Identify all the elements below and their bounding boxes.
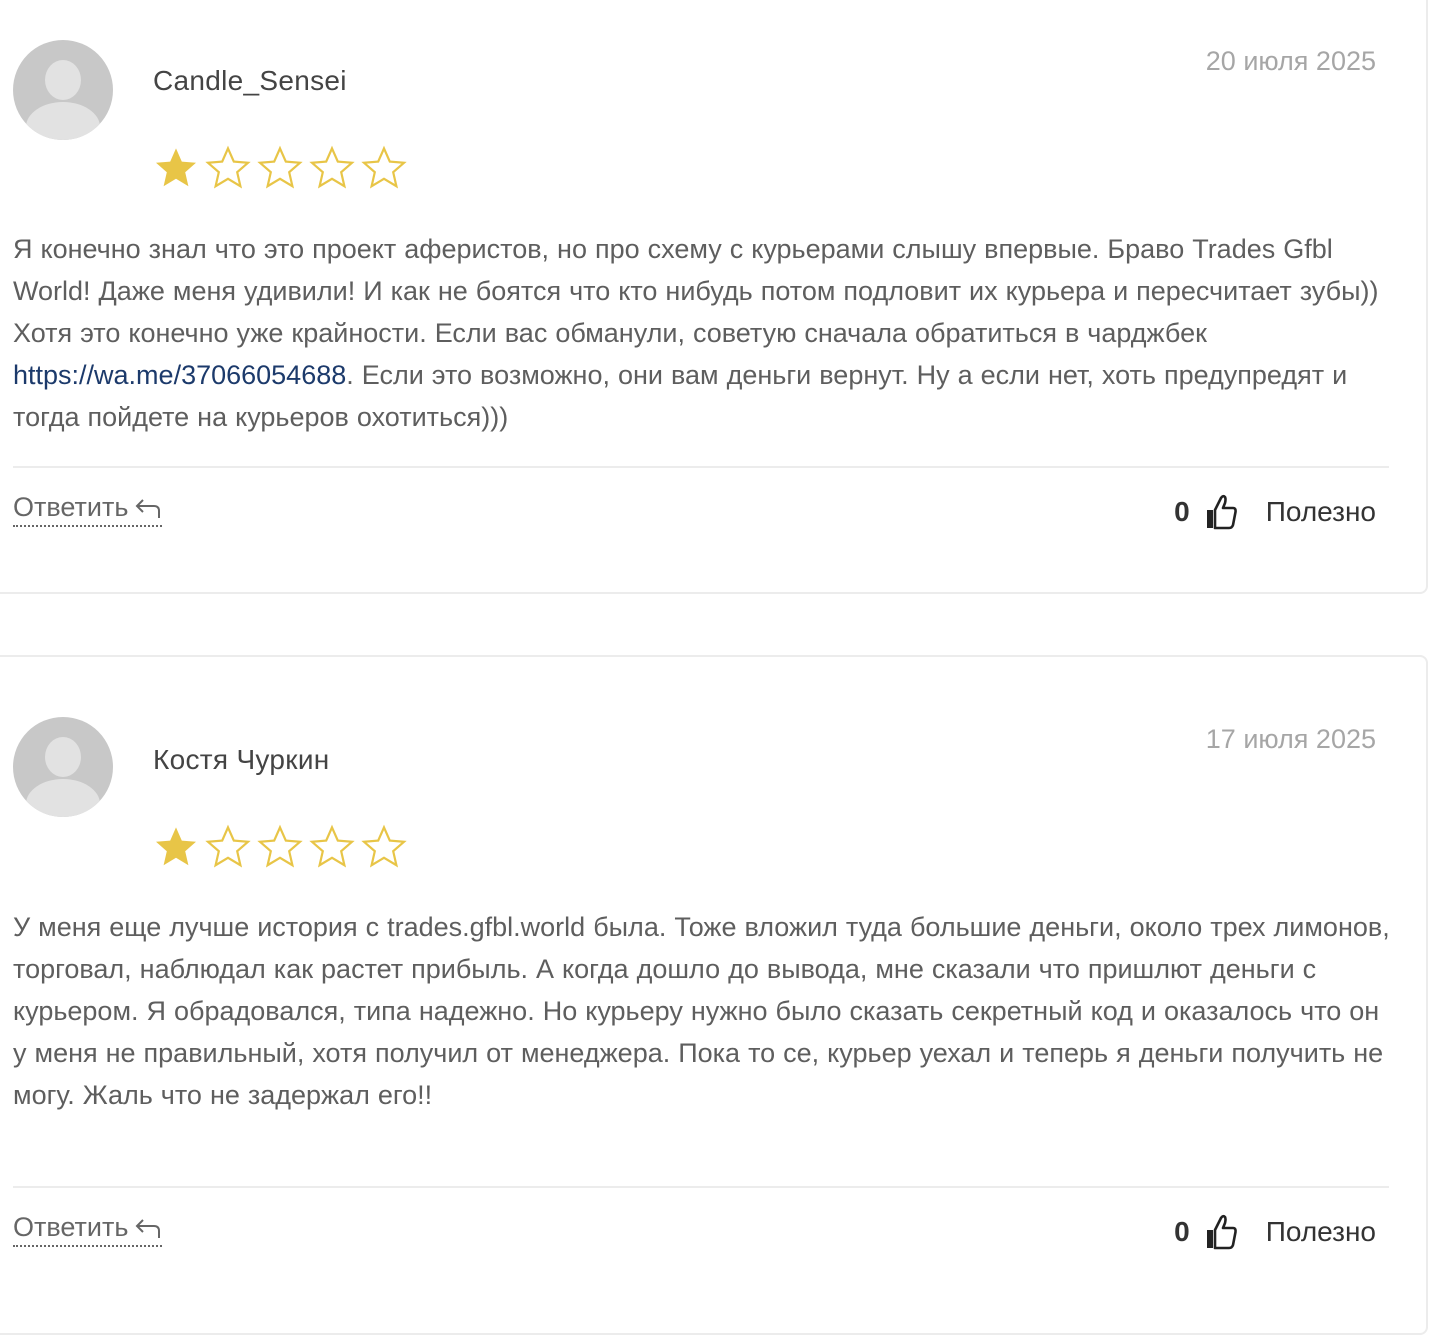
- helpful-vote: 0 Полезно: [1174, 1210, 1376, 1254]
- review-text: Я конечно знал что это проект аферистов,…: [13, 228, 1393, 438]
- helpful-label[interactable]: Полезно: [1266, 496, 1376, 528]
- avatar: [13, 717, 113, 817]
- star-empty-icon: [205, 145, 251, 189]
- reply-arrow-icon: [136, 498, 161, 518]
- review-text: У меня еще лучше история с trades.gfbl.w…: [13, 906, 1393, 1116]
- reply-arrow-icon: [136, 1218, 161, 1238]
- review-text-part: Я конечно знал что это проект аферистов,…: [13, 234, 1379, 348]
- star-empty-icon: [361, 824, 407, 868]
- reply-label: Ответить: [13, 1212, 129, 1242]
- rating-stars: [152, 144, 408, 192]
- rating-stars: [152, 823, 408, 871]
- helpful-label[interactable]: Полезно: [1266, 1216, 1376, 1248]
- reply-button[interactable]: Ответить: [13, 492, 163, 527]
- star-filled-icon: [156, 148, 196, 187]
- star-empty-icon: [309, 145, 355, 189]
- review-date: 20 июля 2025: [1205, 46, 1376, 76]
- review-link[interactable]: https://wa.me/37066054688: [13, 360, 346, 390]
- thumbs-up-icon[interactable]: [1204, 1213, 1238, 1251]
- star-empty-icon: [257, 145, 303, 189]
- review-card: Candle_Sensei 20 июля 2025 Я конечно зна…: [0, 0, 1428, 594]
- review-card: Костя Чуркин 17 июля 2025 У меня еще луч…: [0, 655, 1428, 1335]
- review-text-part: У меня еще лучше история с trades.gfbl.w…: [13, 912, 1390, 1110]
- helpful-count: 0: [1174, 1216, 1190, 1247]
- review-author: Костя Чуркин: [153, 744, 330, 775]
- reply-button[interactable]: Ответить: [13, 1212, 163, 1247]
- divider: [13, 466, 1389, 468]
- helpful-vote: 0 Полезно: [1174, 490, 1376, 534]
- star-filled-icon: [156, 827, 196, 866]
- review-author: Candle_Sensei: [153, 65, 347, 96]
- star-empty-icon: [361, 145, 407, 189]
- helpful-count: 0: [1174, 496, 1190, 527]
- review-date: 17 июля 2025: [1205, 724, 1376, 754]
- star-empty-icon: [309, 824, 355, 868]
- thumbs-up-icon[interactable]: [1204, 493, 1238, 531]
- reply-label: Ответить: [13, 492, 129, 522]
- divider: [13, 1186, 1389, 1188]
- star-empty-icon: [205, 824, 251, 868]
- avatar: [13, 40, 113, 140]
- star-empty-icon: [257, 824, 303, 868]
